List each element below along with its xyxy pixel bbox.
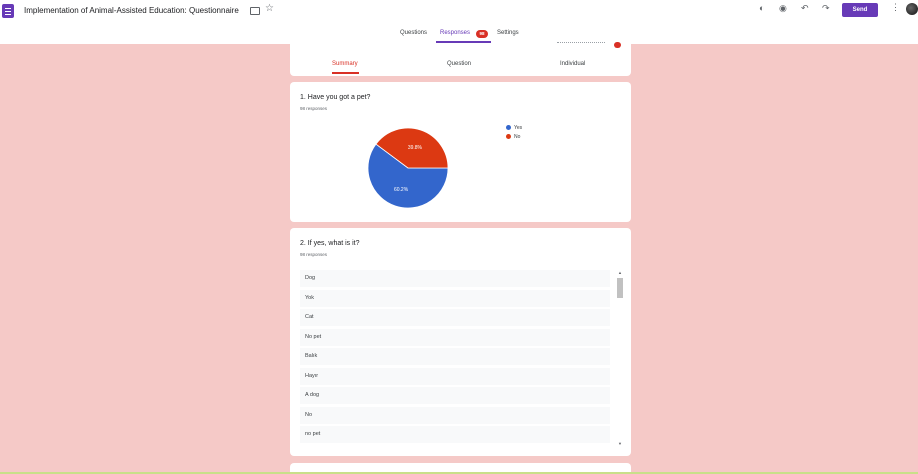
preview-icon[interactable]: ◉ (779, 4, 787, 13)
star-icon[interactable]: ☆ (265, 4, 274, 14)
subtab-summary[interactable]: Summary (332, 61, 358, 67)
subtab-question[interactable]: Question (447, 61, 471, 67)
active-tab-indicator (436, 41, 491, 43)
forms-app-icon[interactable] (2, 4, 14, 18)
avatar[interactable] (906, 3, 918, 15)
legend-swatch (506, 134, 511, 140)
scroll-up-arrow-icon[interactable]: ▲ (616, 270, 624, 275)
pie-chart: 60.2% 39.8% (367, 127, 449, 209)
response-item: No (300, 406, 610, 424)
pie-label-yes: 60.2% (394, 187, 409, 193)
send-button[interactable]: Send (842, 3, 878, 17)
response-count: 98 responses (300, 106, 328, 111)
accepting-responses-toggle-label (557, 42, 605, 44)
pie-label-no: 39.8% (408, 145, 423, 151)
response-item: No pet (300, 328, 610, 346)
folder-icon[interactable] (250, 7, 260, 15)
scrollbar-thumb[interactable] (617, 278, 623, 298)
response-item: no pet (300, 426, 610, 443)
accepting-responses-toggle[interactable] (614, 42, 621, 48)
tab-settings[interactable]: Settings (497, 30, 519, 36)
legend-label: No (514, 134, 521, 140)
legend-item-no: No (506, 134, 520, 140)
legend-label: Yes (514, 125, 523, 131)
response-item: Balık (300, 348, 610, 365)
response-item: Yok (300, 289, 610, 307)
redo-icon[interactable]: ↷ (822, 4, 830, 13)
legend-swatch (506, 125, 511, 131)
question-1-card: 1. Have you got a pet? 98 responses 60.2… (290, 82, 631, 222)
question-title: 2. If yes, what is it? (300, 240, 360, 247)
tab-responses[interactable]: Responses (440, 30, 470, 36)
subtab-individual[interactable]: Individual (560, 61, 585, 67)
question-2-card: 2. If yes, what is it? 98 responses Dog Y… (290, 228, 631, 456)
undo-icon[interactable]: ↶ (801, 4, 809, 13)
response-item: Cat (300, 309, 610, 326)
response-item: Hayır (300, 367, 610, 385)
summary-tabs-card: Summary Question Individual (290, 42, 631, 76)
legend-item-yes: Yes (506, 125, 522, 131)
form-title[interactable]: Implementation of Animal-Assisted Educat… (24, 6, 239, 15)
response-item: A dog (300, 387, 610, 404)
subtab-active-indicator (332, 72, 359, 74)
response-count: 98 responses (300, 252, 328, 257)
responses-count-badge: 98 (476, 30, 488, 38)
question-title: 1. Have you got a pet? (300, 94, 371, 101)
top-bar: Implementation of Animal-Assisted Educat… (0, 0, 918, 44)
palette-icon[interactable]: ◐ (759, 4, 764, 13)
response-item: Dog (300, 270, 610, 287)
more-vert-icon[interactable]: ⋮ (891, 3, 900, 12)
scroll-down-arrow-icon[interactable]: ▼ (616, 441, 624, 446)
response-list-scrollbar[interactable]: ▲ ▼ (616, 270, 624, 446)
tab-questions[interactable]: Questions (400, 30, 427, 36)
